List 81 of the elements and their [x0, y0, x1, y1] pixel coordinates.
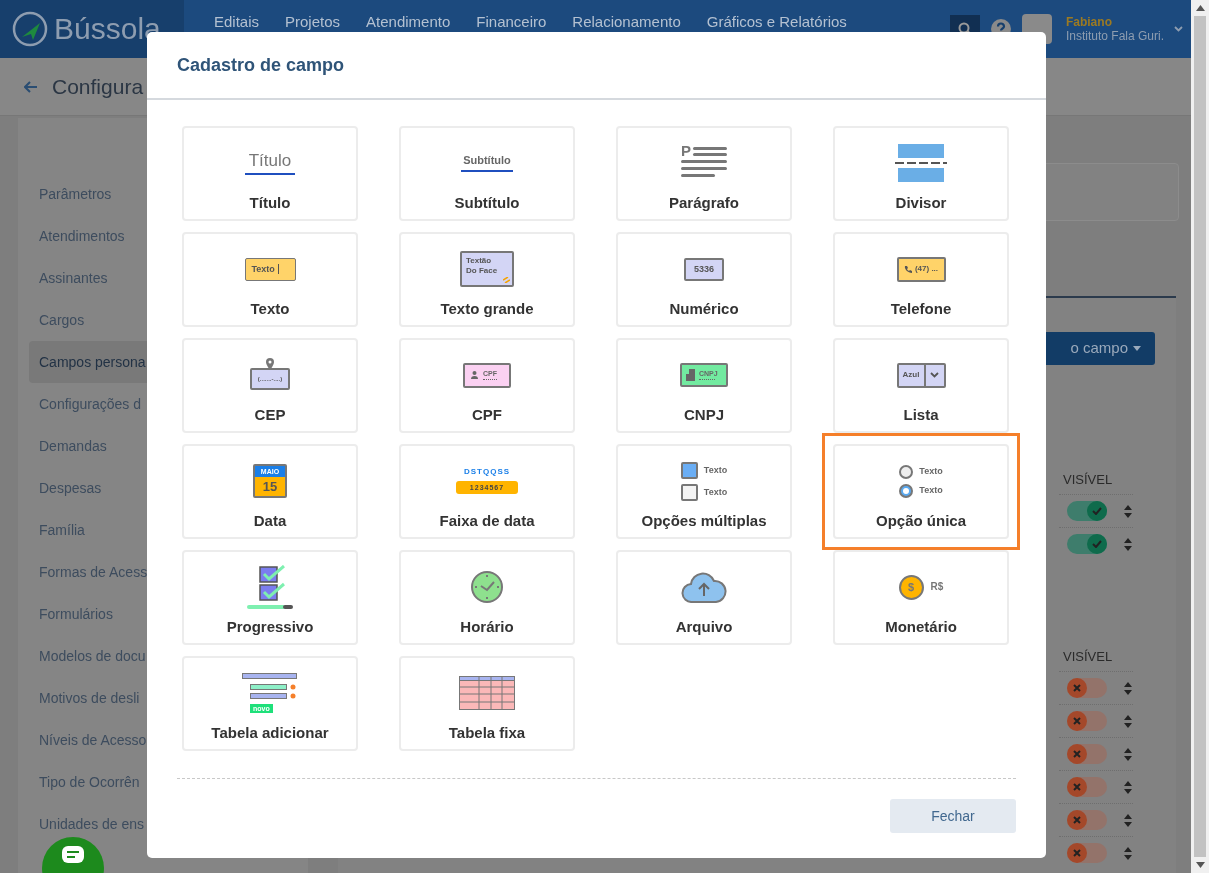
- icon-caption: Texto: [703, 465, 728, 475]
- field-type-card[interactable]: Texto Texto Opção única: [822, 433, 1020, 550]
- caret-icon: [1133, 346, 1141, 351]
- page-title: Configura: [52, 73, 144, 100]
- checkbox-icon: [680, 483, 698, 501]
- icon-caption: (47) ...: [914, 265, 939, 273]
- icon-caption: DSTQQSS: [463, 468, 511, 476]
- visibility-toggle[interactable]: [1067, 678, 1107, 698]
- visibility-toggle[interactable]: [1067, 501, 1107, 521]
- close-icon: [1073, 783, 1081, 791]
- sort-icon[interactable]: [1124, 780, 1132, 794]
- close-icon: [1073, 750, 1081, 758]
- visibility-toggle[interactable]: [1067, 843, 1107, 863]
- close-icon: [1073, 816, 1081, 824]
- close-button[interactable]: Fechar: [890, 799, 1016, 833]
- nav-link[interactable]: Atendimento: [366, 13, 451, 30]
- check-icon: [1092, 540, 1102, 548]
- visibility-toggle[interactable]: [1067, 810, 1107, 830]
- radio-icon: [899, 483, 914, 498]
- column-header: VISÍVEL: [1062, 648, 1113, 665]
- close-icon: [1073, 684, 1081, 692]
- clock-icon: [470, 570, 504, 604]
- icon-caption: Do Face: [466, 266, 498, 276]
- visibility-toggle[interactable]: [1067, 744, 1107, 764]
- sort-icon[interactable]: [1124, 714, 1132, 728]
- scrollbar[interactable]: [1191, 0, 1209, 873]
- compass-logo-icon: [12, 11, 48, 47]
- visibility-toggle[interactable]: [1067, 711, 1107, 731]
- user-organization: Instituto Fala Guri.: [1065, 29, 1164, 43]
- phone-icon: [903, 265, 912, 273]
- building-icon: [686, 369, 695, 381]
- icon-caption: 5336: [694, 264, 714, 274]
- column-header: VISÍVEL: [1062, 471, 1113, 488]
- checklist-progress-icon: [246, 564, 294, 610]
- icon-caption: Título: [248, 151, 292, 169]
- table-rows-icon: [242, 673, 298, 701]
- visibility-toggle[interactable]: [1067, 777, 1107, 797]
- icon-caption: Subtítulo: [463, 154, 511, 166]
- sort-icon[interactable]: [1124, 504, 1132, 518]
- check-icon: [1092, 507, 1102, 515]
- radio-icon: [899, 464, 914, 479]
- visibility-toggle[interactable]: [1067, 534, 1107, 554]
- cloud-upload-icon: [681, 571, 727, 603]
- icon-caption: Texto: [703, 487, 728, 497]
- sort-icon[interactable]: [1124, 846, 1132, 860]
- icon-caption: 15: [262, 480, 278, 493]
- chevron-down-icon[interactable]: [1174, 26, 1183, 32]
- nav-link[interactable]: Relacionamento: [572, 13, 681, 30]
- underline-icon: [245, 172, 295, 175]
- checkbox-icon: [680, 461, 698, 479]
- modal-title: Cadastro de campo: [177, 53, 345, 77]
- text-cursor-icon: [277, 264, 279, 274]
- nav-link[interactable]: Projetos: [285, 13, 341, 30]
- user-name: Fabiano: [1065, 15, 1113, 29]
- nav-link[interactable]: Financeiro: [476, 13, 547, 30]
- chevron-down-icon: [930, 372, 939, 378]
- pin-icon: [266, 358, 274, 370]
- divider-icon: [895, 144, 947, 182]
- underline-icon: [461, 169, 513, 172]
- icon-caption: Texto: [919, 486, 943, 495]
- coin-icon: $: [898, 574, 924, 600]
- sort-icon[interactable]: [1124, 813, 1132, 827]
- scroll-down-icon[interactable]: [1195, 862, 1205, 868]
- resize-icon: [503, 277, 510, 283]
- scroll-up-icon[interactable]: [1195, 5, 1205, 11]
- icon-caption: Textão: [466, 256, 492, 266]
- close-icon: [1073, 717, 1081, 725]
- icon-caption: Azul: [902, 371, 920, 379]
- nav-link[interactable]: Editais: [214, 13, 260, 30]
- nav-link[interactable]: Gráficos e Relatórios: [706, 13, 847, 30]
- sort-icon[interactable]: [1124, 681, 1132, 695]
- back-arrow-icon[interactable]: [24, 80, 38, 93]
- sort-icon[interactable]: [1124, 537, 1132, 551]
- close-icon: [1073, 849, 1081, 857]
- person-icon: [471, 371, 478, 379]
- table-icon: [459, 676, 515, 710]
- icon-caption: Texto: [919, 467, 943, 476]
- chat-icon: [61, 845, 85, 865]
- icon-caption: Texto: [251, 264, 275, 274]
- icon-caption: R$: [930, 582, 944, 592]
- sort-icon[interactable]: [1124, 747, 1132, 761]
